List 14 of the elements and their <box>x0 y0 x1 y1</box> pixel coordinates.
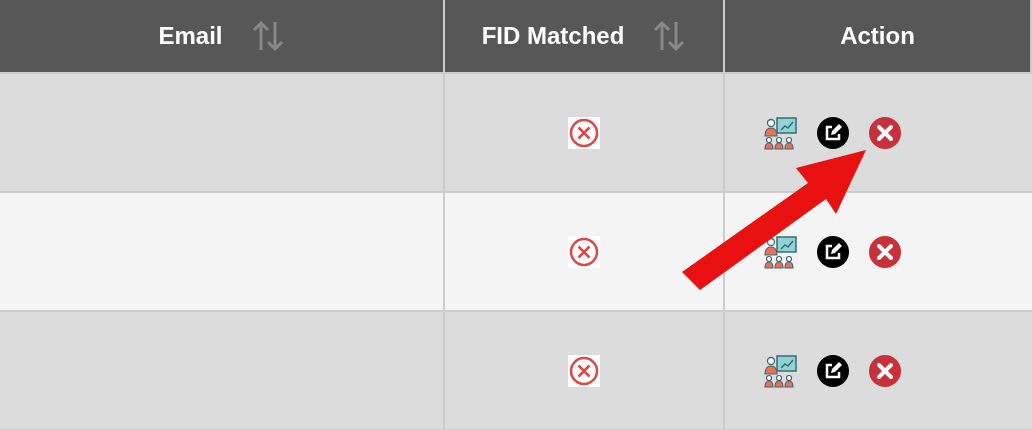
column-header-label: FID Matched <box>481 22 625 50</box>
edit-icon[interactable] <box>817 354 849 387</box>
column-header-label: Action <box>840 22 915 50</box>
column-header-label: Email <box>158 22 223 50</box>
delete-icon[interactable] <box>869 235 901 268</box>
column-header[interactable]: FID Matched <box>445 0 725 74</box>
edit-icon[interactable] <box>817 116 849 149</box>
presentation-icon[interactable] <box>763 353 797 388</box>
delete-icon[interactable] <box>869 354 901 387</box>
delete-icon[interactable] <box>869 116 901 149</box>
presentation-icon[interactable] <box>763 115 797 150</box>
column-header[interactable]: Email <box>0 0 445 74</box>
presentation-icon[interactable] <box>763 234 797 269</box>
edit-icon[interactable] <box>817 235 849 268</box>
